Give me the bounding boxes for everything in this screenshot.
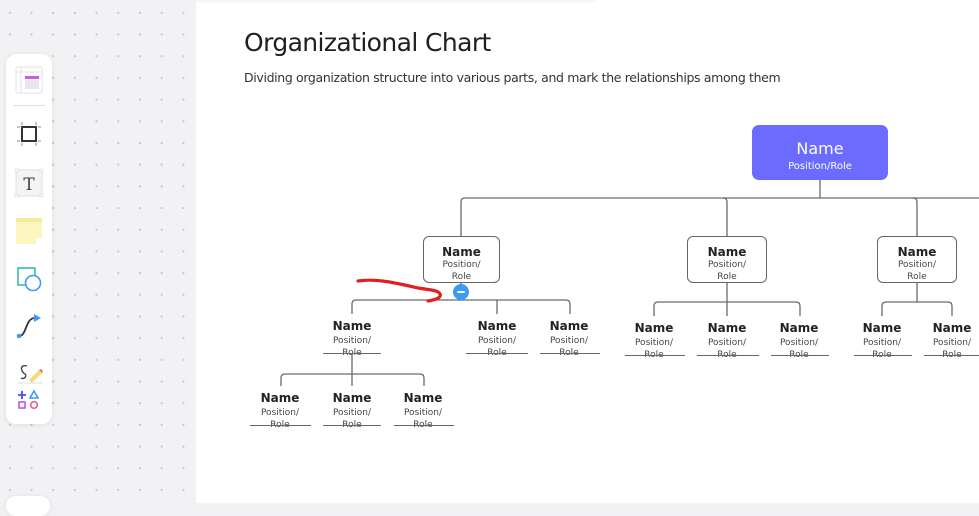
node-underline [394,425,454,427]
org-node-level1[interactable]: Name Position/ Role [687,236,767,283]
node-underline [250,425,311,427]
node-role-line1: Position/ [897,260,937,270]
node-name: Name [862,321,902,335]
node-role-line1: Position/ [707,338,747,348]
annotation-arrow [356,278,442,303]
connector-level2b-bus [653,283,801,316]
node-name: Name [779,321,819,335]
node-role-line1: Position/ [260,408,300,418]
node-role-line1: Position/ [707,260,747,270]
node-role: Position/Role [788,161,852,172]
org-node-root[interactable]: Name Position/Role [752,125,888,180]
connector-level2c-bus [881,283,953,316]
node-role-line1: Position/ [442,260,481,270]
node-underline [771,355,829,357]
connector-level1-b [722,197,728,236]
node-name: Name [403,391,443,405]
node-name: Name [897,245,937,259]
node-name: Name [549,319,589,333]
node-role-line1: Position/ [332,336,372,346]
org-node-level1[interactable]: Name Position/ Role [423,236,500,283]
node-role-line1: Position/ [477,336,517,346]
node-underline [540,353,600,355]
node-role-line1: Position/ [332,408,372,418]
node-role-line1: Position/ [634,338,674,348]
node-role-line1: Position/ [779,338,819,348]
node-name: Name [707,245,747,259]
node-role-line1: Position/ [862,338,902,348]
node-underline [625,355,685,357]
node-role-line1: Position/ [932,338,972,348]
node-underline [924,355,979,357]
node-name: Name [477,319,517,333]
node-name: Name [707,321,747,335]
node-role-line2: Role [717,272,737,282]
node-role-line2: Role [451,272,472,282]
collapse-branch-button[interactable] [453,284,469,300]
connector-level1-bus [460,197,979,236]
node-name: Name [332,319,372,333]
connector-level1-c [912,197,918,236]
node-name: Name [634,321,674,335]
node-underline [854,355,912,357]
node-name: Name [442,245,481,259]
node-underline [697,355,759,357]
node-role-line1: Position/ [549,336,589,346]
node-role-line1: Position/ [403,408,443,418]
node-name: Name [260,391,300,405]
node-name: Name [796,139,844,158]
node-name: Name [932,321,972,335]
node-name: Name [332,391,372,405]
node-underline [466,353,528,355]
org-node-level1[interactable]: Name Position/ Role [877,236,957,283]
node-role-line2: Role [907,272,927,282]
node-underline [323,353,381,355]
node-underline [323,425,381,427]
